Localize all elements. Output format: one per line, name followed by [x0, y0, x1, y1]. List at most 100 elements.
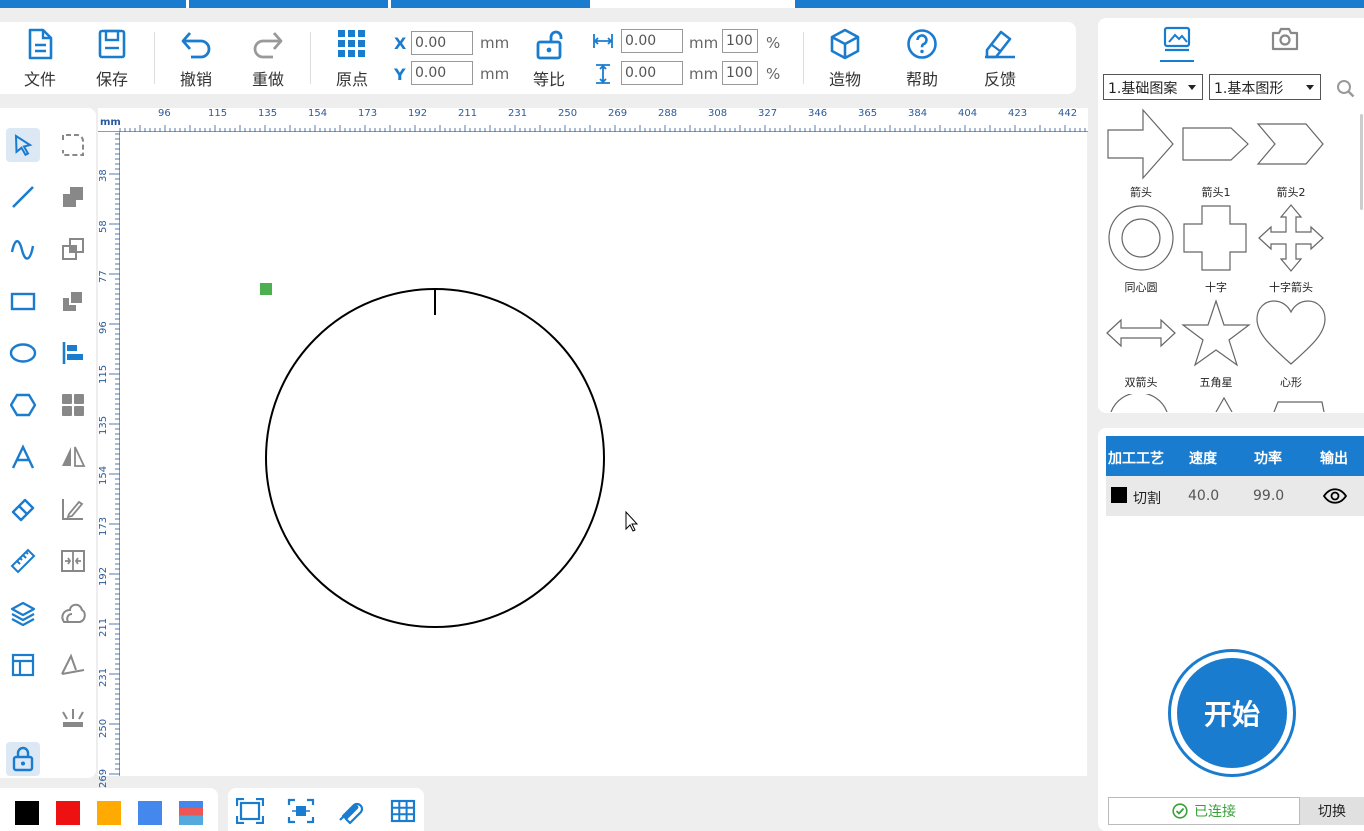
- drawing-canvas[interactable]: [120, 132, 1087, 776]
- x-unit: mm: [480, 34, 510, 52]
- height-percent-input[interactable]: [722, 61, 758, 85]
- process-table-header: 加工工艺 速度 功率 输出: [1106, 436, 1364, 476]
- offset-tool[interactable]: [56, 596, 90, 630]
- color-swatch-black[interactable]: [15, 801, 39, 825]
- layers-icon: [10, 601, 36, 626]
- file-button[interactable]: 文件: [10, 28, 70, 92]
- color-swatch-more[interactable]: [179, 801, 203, 825]
- lock-tool[interactable]: [6, 742, 40, 776]
- selection-handle[interactable]: [260, 283, 272, 295]
- hexagon-icon: [10, 393, 36, 417]
- ruler-label: 211: [98, 617, 109, 637]
- select-tool[interactable]: [6, 128, 40, 162]
- curve-tool[interactable]: [6, 232, 40, 266]
- ruler-label: 365: [858, 108, 878, 119]
- intersect-tool[interactable]: [56, 232, 90, 266]
- eraser-tool[interactable]: [6, 492, 40, 526]
- shape-double-arrow[interactable]: 双箭头: [1105, 298, 1177, 390]
- switch-device-button[interactable]: 切换: [1300, 797, 1364, 825]
- redo-button[interactable]: 重做: [238, 28, 298, 92]
- y-axis-label: Y: [394, 65, 406, 84]
- focus-selection-icon[interactable]: [287, 798, 315, 824]
- shape-heart[interactable]: 心形: [1255, 298, 1327, 390]
- grid-toggle-icon[interactable]: [389, 798, 417, 824]
- ruler-label: 135: [98, 415, 109, 435]
- process-speed[interactable]: 40.0: [1188, 488, 1219, 504]
- shape-arrow1[interactable]: 箭头1: [1180, 108, 1252, 200]
- tab-5[interactable]: [795, 0, 1364, 8]
- magnet-snap-icon[interactable]: [338, 798, 366, 824]
- circle-shape[interactable]: [265, 288, 605, 628]
- help-button[interactable]: 帮助: [892, 28, 952, 92]
- mirror-tool[interactable]: [56, 440, 90, 474]
- shape-cross-arrow[interactable]: 十字箭头: [1255, 203, 1327, 295]
- distribute-tool[interactable]: [56, 544, 90, 578]
- search-icon[interactable]: [1336, 79, 1356, 99]
- process-panel: 加工工艺 速度 功率 输出 切割 40.0 99.0 开始 已连接 切换: [1098, 428, 1364, 831]
- library-scrollbar[interactable]: [1360, 114, 1363, 210]
- table-row[interactable]: 切割 40.0 99.0: [1106, 476, 1364, 516]
- heart-icon: [1256, 300, 1326, 365]
- make-button[interactable]: 造物: [815, 28, 875, 92]
- color-swatch-red[interactable]: [56, 801, 80, 825]
- origin-button[interactable]: 原点: [322, 28, 382, 92]
- height-pct-sign: %: [766, 65, 781, 83]
- shape-concentric-circle[interactable]: 同心圆: [1105, 203, 1177, 295]
- width-input[interactable]: [621, 29, 683, 53]
- shape-arrow2[interactable]: 箭头2: [1255, 108, 1327, 200]
- shape-arrow[interactable]: 箭头: [1105, 108, 1177, 200]
- ruler-label: 211: [458, 108, 478, 119]
- height-input[interactable]: [621, 61, 683, 85]
- align-tool[interactable]: [56, 336, 90, 370]
- ruler-label: 250: [558, 108, 578, 119]
- undo-button[interactable]: 撤销: [166, 28, 226, 92]
- camera-icon: [1271, 27, 1299, 51]
- ellipse-tool[interactable]: [6, 336, 40, 370]
- process-power[interactable]: 99.0: [1253, 488, 1284, 504]
- ruler-label: 173: [358, 108, 378, 119]
- path-tool[interactable]: [56, 648, 90, 682]
- shape-caption: 箭头: [1130, 186, 1152, 199]
- template-tool[interactable]: [6, 648, 40, 682]
- ruler-label: 77: [98, 270, 109, 283]
- tab-2[interactable]: [189, 0, 388, 8]
- ruler-label: 135: [258, 108, 278, 119]
- header-process: 加工工艺: [1108, 451, 1164, 467]
- node-edit-tool[interactable]: [56, 128, 90, 162]
- subtract-tool[interactable]: [56, 284, 90, 318]
- array-tool[interactable]: [56, 388, 90, 422]
- subcategory-select[interactable]: 1.基本图形: [1209, 74, 1321, 100]
- layer-color-swatch[interactable]: [1111, 487, 1127, 503]
- eye-icon[interactable]: [1322, 488, 1348, 504]
- category-select[interactable]: 1.基础图案: [1103, 74, 1203, 100]
- tab-3[interactable]: [391, 0, 590, 8]
- start-button[interactable]: 开始: [1168, 649, 1296, 777]
- measure-edit-tool[interactable]: [56, 492, 90, 526]
- align-left-icon: [62, 342, 83, 364]
- combine-tool[interactable]: [56, 180, 90, 214]
- rectangle-tool[interactable]: [6, 284, 40, 318]
- tab-camera[interactable]: [1270, 26, 1304, 60]
- feedback-button[interactable]: 反馈: [970, 28, 1030, 92]
- tab-image-library[interactable]: [1160, 26, 1194, 62]
- shape-cross[interactable]: 十字: [1180, 203, 1252, 295]
- lock-ratio-button[interactable]: 等比: [519, 28, 579, 92]
- y-position-input[interactable]: [411, 61, 473, 85]
- ruler-label: 192: [98, 566, 109, 586]
- color-swatch-orange[interactable]: [97, 801, 121, 825]
- fit-to-screen-icon[interactable]: [236, 798, 264, 824]
- save-button[interactable]: 保存: [82, 28, 142, 92]
- line-icon: [12, 186, 34, 208]
- layers-tool[interactable]: [6, 596, 40, 630]
- shape-star[interactable]: 五角星: [1180, 298, 1252, 390]
- laser-tool[interactable]: [56, 700, 90, 734]
- color-swatch-blue[interactable]: [138, 801, 162, 825]
- width-percent-input[interactable]: [722, 29, 758, 53]
- polygon-tool[interactable]: [6, 388, 40, 422]
- ruler-tool[interactable]: [6, 544, 40, 578]
- tab-1[interactable]: [0, 0, 186, 8]
- redo-icon: [253, 32, 283, 59]
- x-position-input[interactable]: [411, 31, 473, 55]
- text-tool[interactable]: [6, 440, 40, 474]
- line-tool[interactable]: [6, 180, 40, 214]
